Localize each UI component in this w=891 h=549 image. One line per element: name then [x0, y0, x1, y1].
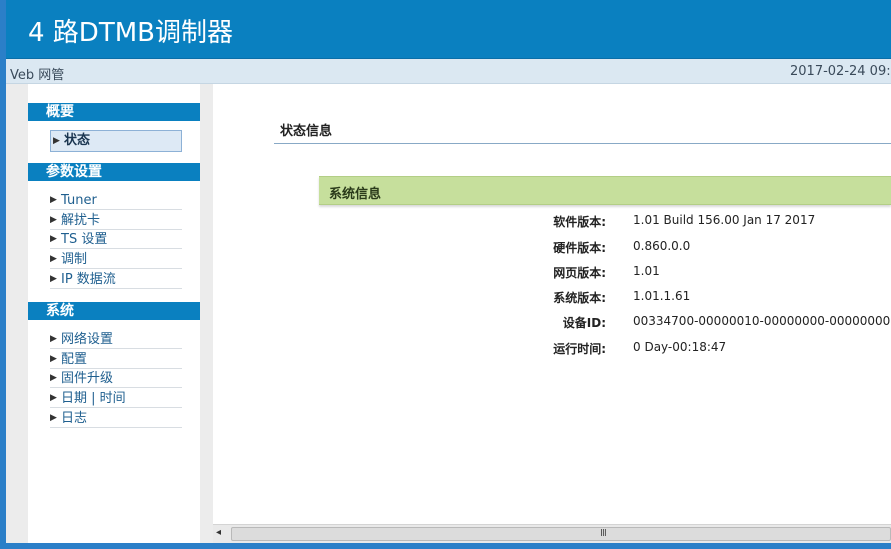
sidebar-item-label: 日期 | 时间	[61, 391, 126, 406]
web-version-value: 1.01	[633, 264, 660, 278]
system-info-panel-header: 系统信息	[319, 176, 891, 205]
triangle-right-icon: ▶	[50, 373, 57, 383]
page-title: 状态信息	[280, 124, 333, 139]
panel-title: 系统信息	[329, 187, 382, 202]
datetime-display: 2017-02-24 09:0	[790, 64, 891, 79]
system-version-value: 1.01.1.61	[633, 289, 691, 303]
sidebar-item-firmware[interactable]: ▶ 固件升级	[50, 369, 182, 388]
window-frame-bottom	[0, 543, 891, 549]
software-version-value: 1.01 Build 156.00 Jan 17 2017	[633, 213, 816, 227]
scrollbar-grip-icon: Ⅲ	[600, 528, 607, 539]
web-management-label: Veb 网管	[10, 68, 65, 83]
scroll-left-arrow-icon[interactable]: ◂	[216, 527, 221, 538]
sidebar-item-label: 固件升级	[61, 371, 114, 386]
sidebar-item-label: 网络设置	[61, 332, 114, 347]
sidebar-item-datetime[interactable]: ▶ 日期 | 时间	[50, 389, 182, 408]
sidebar-item-label: 日志	[61, 411, 88, 426]
triangle-right-icon: ▶	[50, 274, 57, 284]
app-header: 4 路DTMB调制器	[6, 0, 891, 59]
triangle-right-icon: ▶	[50, 234, 57, 244]
hardware-version-value: 0.860.0.0	[633, 239, 691, 253]
sidebar-section-overview: 概要	[28, 103, 200, 121]
sub-header-bar: Veb 网管 2017-02-24 09:0	[6, 59, 891, 84]
triangle-right-icon: ▶	[50, 354, 57, 364]
sidebar-item-label: 解扰卡	[61, 213, 101, 228]
uptime-label: 运行时间:	[553, 342, 606, 356]
uptime-value: 0 Day-00:18:47	[633, 340, 727, 354]
app-title: 4 路DTMB调制器	[28, 18, 233, 48]
left-margin	[6, 84, 28, 543]
sidebar-item-label: IP 数据流	[61, 272, 116, 287]
system-version-label: 系统版本:	[553, 291, 606, 305]
sidebar-item-label: 调制	[61, 252, 88, 267]
sidebar-divider	[200, 84, 213, 543]
main-content: 状态信息 系统信息 软件版本: 1.01 Build 156.00 Jan 17…	[213, 84, 891, 524]
triangle-right-icon: ▶	[50, 254, 57, 264]
sidebar-item-label: 状态	[64, 133, 91, 148]
device-id-label: 设备ID:	[562, 316, 606, 330]
device-id-value: 00334700-00000010-00000000-00000000	[633, 314, 891, 328]
sidebar-item-log[interactable]: ▶ 日志	[50, 409, 182, 428]
triangle-right-icon: ▶	[53, 136, 60, 146]
web-version-label: 网页版本:	[553, 266, 606, 280]
sidebar-item-label: TS 设置	[61, 232, 108, 247]
software-version-label: 软件版本:	[553, 215, 606, 229]
sidebar-item-status[interactable]: ▶ 状态	[50, 130, 182, 152]
sidebar-section-params: 参数设置	[28, 163, 200, 181]
sidebar-item-ts-settings[interactable]: ▶ TS 设置	[50, 230, 182, 249]
triangle-right-icon: ▶	[50, 215, 57, 225]
sidebar-item-config[interactable]: ▶ 配置	[50, 350, 182, 369]
triangle-right-icon: ▶	[50, 413, 57, 423]
sidebar-nav: 概要 ▶ 状态 参数设置 ▶ Tuner ▶ 解扰卡 ▶ TS 设置 ▶ 调制 ▶ IP 数…	[28, 84, 200, 543]
triangle-right-icon: ▶	[50, 195, 57, 205]
triangle-right-icon: ▶	[50, 393, 57, 403]
hardware-version-label: 硬件版本:	[553, 241, 606, 255]
scrollbar-thumb[interactable]: Ⅲ	[231, 527, 891, 541]
sidebar-item-label: 配置	[61, 352, 88, 367]
sidebar-item-tuner[interactable]: ▶ Tuner	[50, 191, 182, 210]
sidebar-section-system: 系统	[28, 302, 200, 320]
sidebar-item-ip-stream[interactable]: ▶ IP 数据流	[50, 270, 182, 289]
triangle-right-icon: ▶	[50, 334, 57, 344]
title-underline	[274, 143, 891, 144]
sidebar-item-label: Tuner	[61, 193, 97, 208]
horizontal-scrollbar[interactable]: ◂ Ⅲ	[213, 524, 891, 544]
sidebar-item-network[interactable]: ▶ 网络设置	[50, 330, 182, 349]
sidebar-item-modulation[interactable]: ▶ 调制	[50, 250, 182, 269]
sidebar-item-descrambler[interactable]: ▶ 解扰卡	[50, 211, 182, 230]
